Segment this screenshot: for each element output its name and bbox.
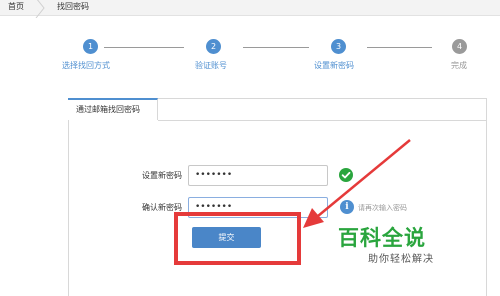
step-4-circle: 4	[452, 39, 467, 54]
info-icon: i	[340, 200, 354, 214]
step-connector	[243, 47, 309, 48]
step-connector	[104, 47, 184, 48]
check-icon	[339, 168, 353, 182]
step-1-circle: 1	[83, 39, 98, 54]
watermark-title: 百科全说	[338, 226, 426, 250]
step-3-label: 设置新密码	[314, 61, 354, 70]
annotation-highlight-box	[174, 212, 301, 265]
new-password-label: 设置新密码	[142, 171, 182, 180]
step-2-circle: 2	[206, 39, 221, 54]
step-4-label: 完成	[451, 61, 467, 70]
step-2-label: 验证账号	[195, 61, 227, 70]
tab-divider	[158, 120, 487, 121]
confirm-password-hint: 请再次输入密码	[358, 204, 407, 212]
step-1-label: 选择找回方式	[62, 61, 110, 70]
new-password-input[interactable]: •••••••	[188, 165, 328, 186]
progress-steps: 1 选择找回方式 2 验证账号 3 设置新密码 4 完成	[0, 0, 500, 80]
page: 首页 找回密码 1 选择找回方式 2 验证账号 3 设置新密码 4 完成 通过邮…	[0, 0, 500, 296]
tab-email-recovery[interactable]: 通过邮箱找回密码	[68, 98, 158, 120]
watermark-subtitle: 助你轻松解决	[368, 254, 434, 265]
step-3-circle: 3	[331, 39, 346, 54]
step-connector	[367, 47, 432, 48]
